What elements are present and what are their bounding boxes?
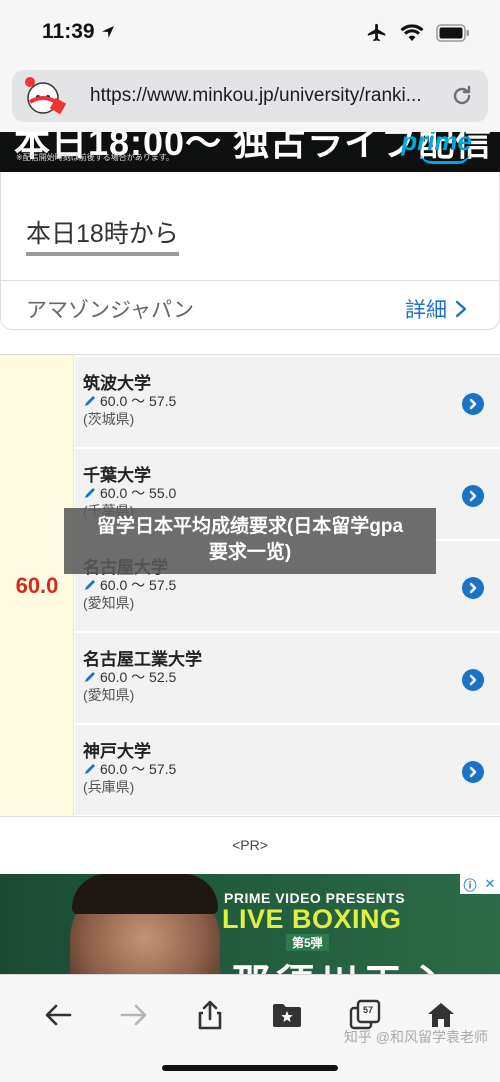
overlay-title-line-2: 要求一览) xyxy=(208,542,292,563)
go-arrow-button[interactable] xyxy=(462,393,484,415)
home-indicator xyxy=(162,1065,338,1071)
browser-address-area: https://www.minkou.jp/university/ranki..… xyxy=(0,64,500,132)
chevron-right-icon xyxy=(455,300,467,318)
chevron-right-icon xyxy=(469,674,477,686)
chevron-right-icon xyxy=(469,582,477,594)
status-bar: 11:39 xyxy=(0,0,500,64)
score-column: 60.0 xyxy=(0,355,74,817)
pencil-icon xyxy=(85,396,95,406)
credit-watermark: 知乎 @和风留学袁老师 xyxy=(343,1029,488,1045)
address-bar[interactable]: https://www.minkou.jp/university/ranki..… xyxy=(12,70,488,122)
reload-icon[interactable] xyxy=(450,84,474,108)
ad-seller: アマゾンジャパン xyxy=(26,299,194,322)
score-range: 60.0 〜 55.0 xyxy=(83,483,176,503)
score-range-text: 60.0 〜 57.5 xyxy=(100,577,177,593)
banner-fineprint: ※配信開始時刻は前後する場合があります。 xyxy=(16,153,174,162)
tab-count: 57 xyxy=(363,1005,374,1015)
ad-banner-image[interactable]: 本日18:00〜 独占ライブ配信 ※配信開始時刻は前後する場合があります。 pr… xyxy=(0,132,500,172)
chevron-right-icon xyxy=(469,490,477,502)
pencil-icon xyxy=(85,672,95,682)
score-value: 60.0 xyxy=(15,573,59,598)
battery-icon xyxy=(436,24,469,42)
score-range: 60.0 〜 57.5 xyxy=(83,575,176,595)
score-range-text: 60.0 〜 55.0 xyxy=(100,485,177,501)
university-list: 筑波大学 60.0 〜 57.5 (茨城県) 千葉大学 60.0 〜 55.0 … xyxy=(75,355,500,817)
mascot-icon xyxy=(25,77,67,115)
prefecture: (兵庫県) xyxy=(83,779,135,795)
university-row[interactable]: 名古屋工業大学 60.0 〜 52.5 (愛知県) xyxy=(75,633,500,723)
score-range-text: 60.0 〜 52.5 xyxy=(100,669,177,685)
share-icon xyxy=(198,1000,222,1030)
ad-name-text: 那須川天心 xyxy=(232,952,452,974)
pencil-icon xyxy=(85,764,95,774)
wifi-icon xyxy=(400,24,424,41)
bookmark-folder-icon xyxy=(273,1004,301,1027)
prefecture: (茨城県) xyxy=(83,411,135,427)
pencil-icon xyxy=(85,580,95,590)
arrow-right-icon xyxy=(120,1004,147,1026)
score-range: 60.0 〜 52.5 xyxy=(83,667,176,687)
pencil-icon xyxy=(85,488,95,498)
ad-round-badge: 第5弾 xyxy=(286,934,329,951)
ad-details-link[interactable]: 詳細 xyxy=(405,294,467,324)
chevron-right-icon xyxy=(469,766,477,778)
score-range-text: 60.0 〜 57.5 xyxy=(100,393,177,409)
go-arrow-button[interactable] xyxy=(462,761,484,783)
ad-info-icon[interactable]: ⓘ xyxy=(460,874,480,894)
ranking-table: 60.0 筑波大学 60.0 〜 57.5 (茨城県) 千葉大学 60.0 〜 … xyxy=(0,354,500,817)
overlay-title-line-1: 留学日本平均成绩要求(日本留学gpa xyxy=(96,516,404,537)
go-arrow-button[interactable] xyxy=(462,577,484,599)
pr-section: <PR> xyxy=(0,816,500,874)
university-row[interactable]: 神戸大学 60.0 〜 57.5 (兵庫県) xyxy=(75,725,500,815)
back-button[interactable] xyxy=(38,995,78,1035)
ad-headline[interactable]: 本日18時から xyxy=(26,214,179,256)
forward-button[interactable] xyxy=(114,995,154,1035)
clock-time: 11:39 xyxy=(42,20,95,43)
article-title-overlay: 留学日本平均成绩要求(日本留学gpa 要求一览) xyxy=(64,508,436,574)
browser-toolbar: 57 知乎 @和风留学袁老师 xyxy=(0,974,500,1082)
boxing-ad-image[interactable]: PRIME VIDEO PRESENTS LIVE BOXING 第5弾 那須川… xyxy=(0,874,500,974)
boxer-hair xyxy=(72,874,218,914)
go-arrow-button[interactable] xyxy=(462,485,484,507)
chevron-right-icon xyxy=(469,398,477,410)
ad-divider xyxy=(1,280,499,281)
score-range: 60.0 〜 57.5 xyxy=(83,759,176,779)
ad-details-label: 詳細 xyxy=(405,299,447,322)
clock: 11:39 xyxy=(42,20,116,44)
ad-title-text: LIVE BOXING xyxy=(222,904,402,934)
ad-close-icon[interactable]: ✕ xyxy=(480,874,500,894)
prefecture: (愛知県) xyxy=(83,595,135,611)
airplane-mode-icon xyxy=(367,23,386,42)
url-text[interactable]: https://www.minkou.jp/university/ranki..… xyxy=(90,85,450,107)
prefecture: (愛知県) xyxy=(83,687,135,703)
prime-smile-logo xyxy=(420,152,470,164)
status-icons xyxy=(366,22,470,44)
go-arrow-button[interactable] xyxy=(462,669,484,691)
score-range: 60.0 〜 57.5 xyxy=(83,391,176,411)
ad-card[interactable]: 本日18時から アマゾンジャパン 詳細 xyxy=(0,172,500,330)
share-button[interactable] xyxy=(190,995,230,1035)
university-row[interactable]: 筑波大学 60.0 〜 57.5 (茨城県) xyxy=(75,357,500,447)
site-favicon-mascot xyxy=(18,70,70,122)
ad-choice-controls: ⓘ ✕ xyxy=(460,874,500,894)
pr-label: <PR> xyxy=(232,837,268,853)
score-range-text: 60.0 〜 57.5 xyxy=(100,761,177,777)
bookmarks-button[interactable] xyxy=(267,995,307,1035)
home-icon xyxy=(428,1003,454,1027)
location-arrow-icon xyxy=(101,26,114,38)
arrow-left-icon xyxy=(45,1004,72,1026)
